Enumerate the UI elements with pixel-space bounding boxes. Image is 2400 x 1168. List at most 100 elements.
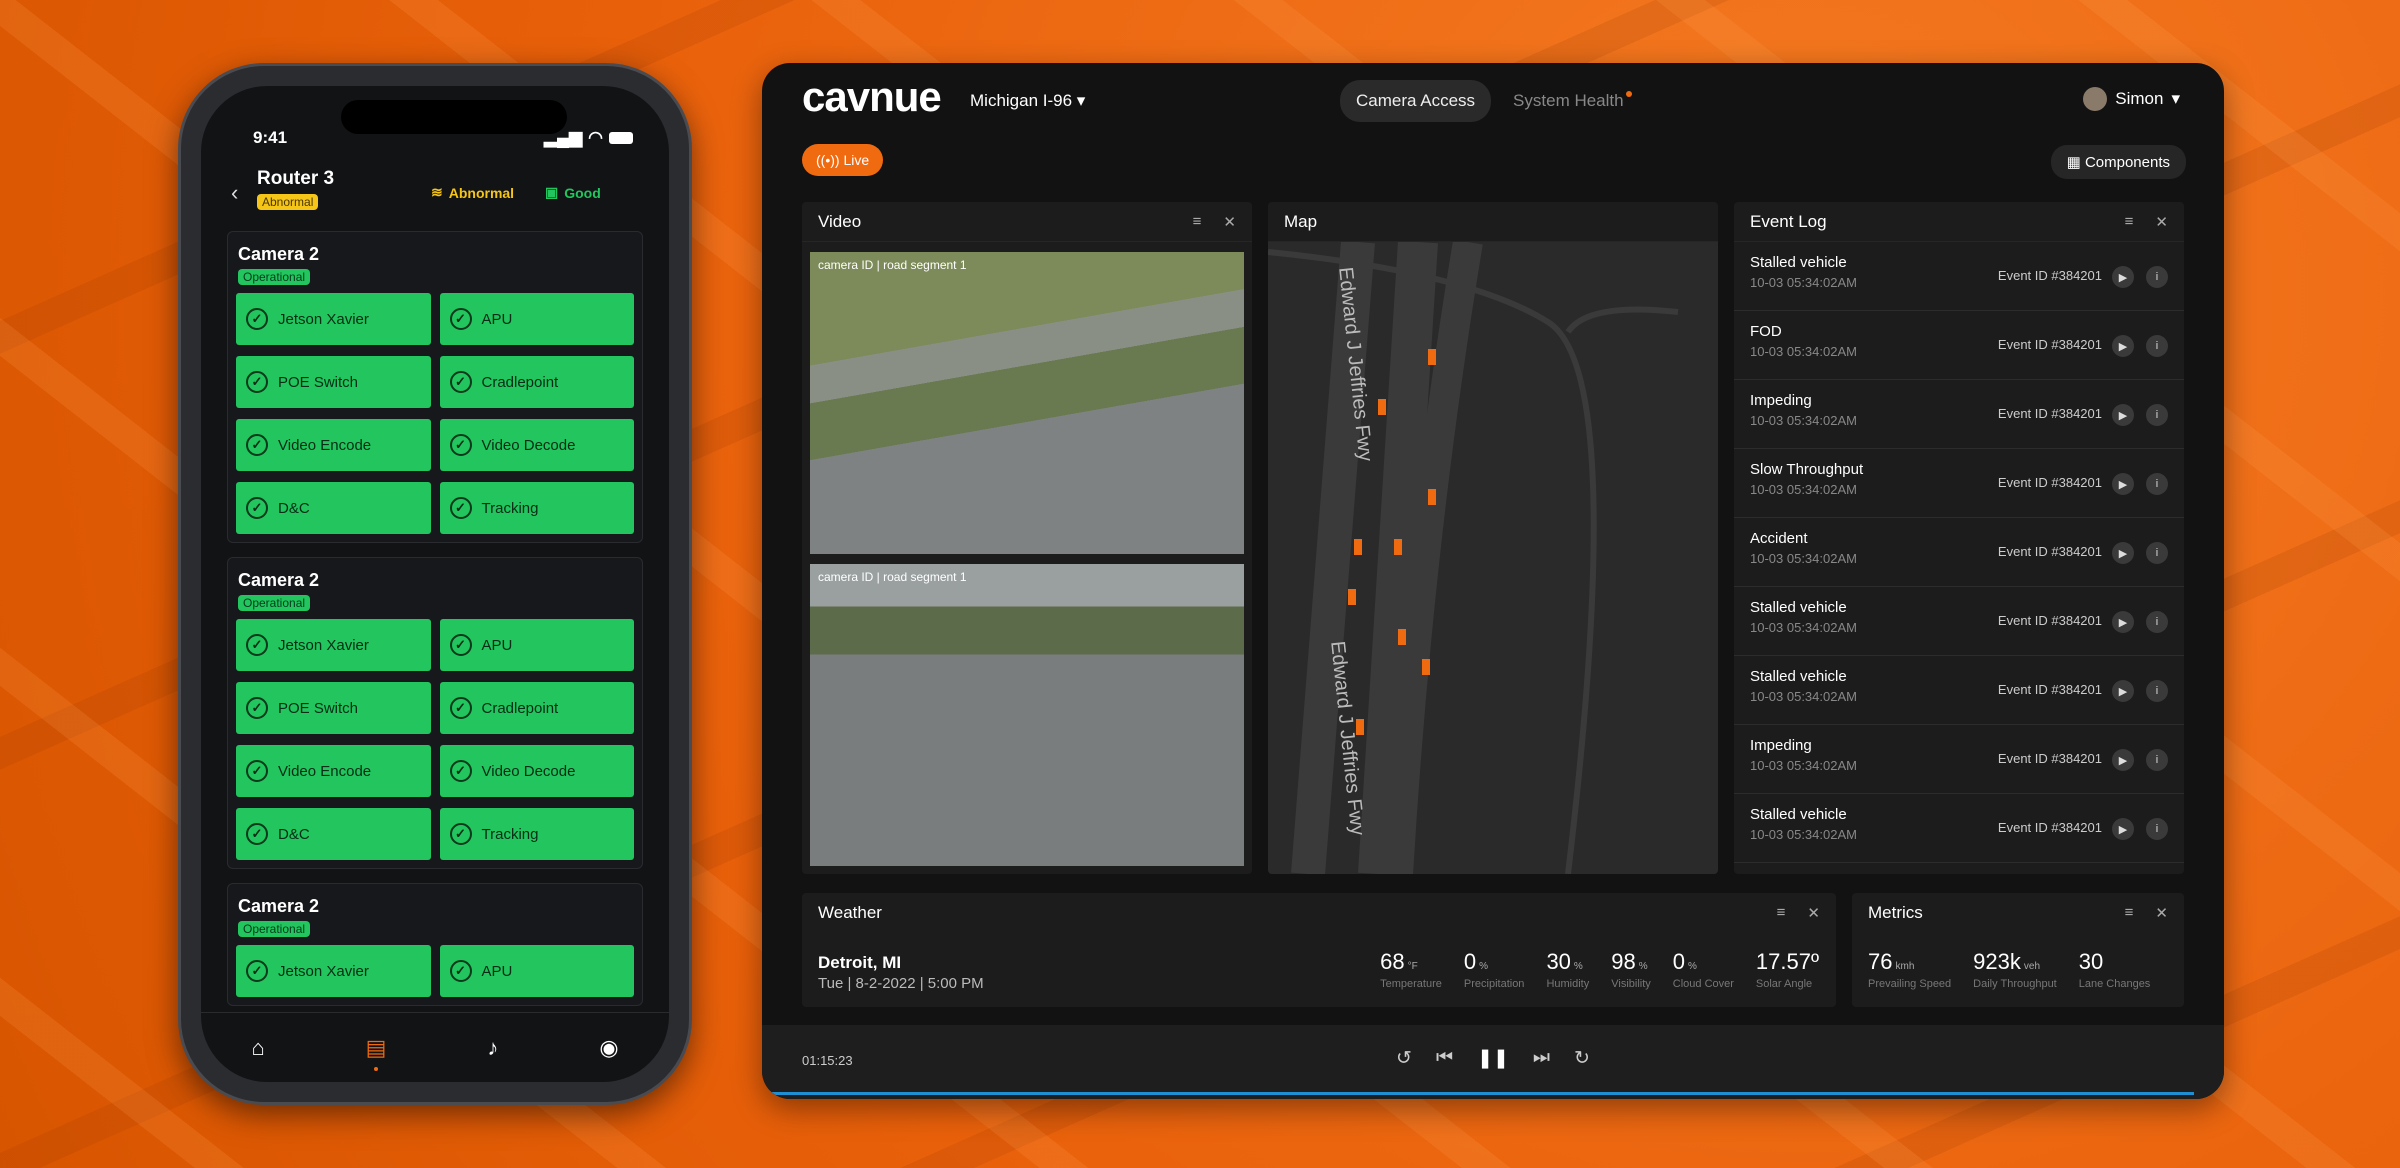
info-icon[interactable]: i <box>2146 542 2168 564</box>
component-tile[interactable]: ✓ Video Decode <box>439 745 634 797</box>
component-tile[interactable]: ✓ Jetson Xavier <box>236 293 431 345</box>
component-tile[interactable]: ✓ POE Switch <box>236 682 431 734</box>
event-row[interactable]: Slow Throughput 10-03 05:34:02AM Event I… <box>1734 449 2184 518</box>
camera-icon[interactable]: ▶ <box>2112 749 2134 771</box>
metric-value: 923k <box>1973 949 2021 974</box>
close-icon[interactable]: ✕ <box>1223 213 1236 231</box>
event-time: 10-03 05:34:02AM <box>1750 758 1857 773</box>
event-id: Event ID #384201 <box>1997 406 2102 421</box>
event-type: Slow Throughput <box>1750 461 1864 478</box>
component-tile[interactable]: ✓ APU <box>439 293 634 345</box>
metric-label: Humidity <box>1546 978 1590 990</box>
event-row[interactable]: Impeding 10-03 05:34:02AM Event ID #3842… <box>1734 380 2184 449</box>
event-row[interactable]: Stalled vehicle 10-03 05:34:02AM Event I… <box>1734 794 2184 863</box>
event-row[interactable]: Accident 10-03 05:34:02AM Event ID #3842… <box>1734 518 2184 587</box>
component-tile[interactable]: ✓ Video Encode <box>236 419 431 471</box>
metric-unit: % <box>1573 961 1583 972</box>
event-row[interactable]: Stalled vehicle 10-03 05:34:02AM Event I… <box>1734 587 2184 656</box>
filter-icon[interactable]: ≡ <box>2125 904 2134 922</box>
close-icon[interactable]: ✕ <box>1807 904 1820 922</box>
event-row[interactable]: FOD 10-03 05:34:02AM Event ID #384201 ▶ … <box>1734 311 2184 380</box>
user-menu[interactable]: Simon ▾ <box>2083 87 2180 111</box>
components-button[interactable]: ▦ Components <box>2050 145 2186 179</box>
camera-icon[interactable]: ▶ <box>2112 473 2134 495</box>
check-circle-icon: ✓ <box>449 823 472 845</box>
camera-icon[interactable]: ▶ <box>2112 818 2134 840</box>
metric: 76 kmh Prevailing Speed <box>1868 949 1951 990</box>
camera-icon[interactable]: ▶ <box>2112 542 2134 564</box>
event-type: Stalled vehicle <box>1750 806 1847 823</box>
check-circle-icon: ✓ <box>449 497 472 519</box>
info-icon[interactable]: i <box>2146 611 2168 633</box>
info-icon[interactable]: i <box>2146 404 2168 426</box>
info-icon[interactable]: i <box>2146 266 2168 288</box>
event-log-header: Event Log ≡ ✕ <box>1734 202 2184 242</box>
metric-value: 17.57º <box>1755 949 1819 974</box>
map-view[interactable]: Edward J Jeffries Fwy Edward J Jeffries … <box>1268 242 1718 874</box>
check-circle-icon: ✓ <box>449 434 472 456</box>
live-button[interactable]: ((•)) Live <box>802 144 884 176</box>
filter-icon[interactable]: ≡ <box>2125 213 2134 231</box>
component-tile[interactable]: ✓ Jetson Xavier <box>236 945 431 997</box>
rewind-icon[interactable]: ↺ <box>1396 1047 1412 1070</box>
component-label: Video Decode <box>481 436 576 454</box>
camera-icon[interactable]: ▶ <box>2112 611 2134 633</box>
step-forward-icon[interactable]: ⏭ <box>1533 1047 1550 1070</box>
playback-progress[interactable] <box>768 1092 2194 1095</box>
close-icon[interactable]: ✕ <box>2155 904 2168 922</box>
event-time: 10-03 05:34:02AM <box>1750 620 1857 635</box>
profile-icon[interactable]: ◉ <box>599 1035 618 1061</box>
tab-camera-access[interactable]: Camera Access <box>1340 80 1492 122</box>
camera-icon[interactable]: ▶ <box>2112 266 2134 288</box>
bottom-nav: ⌂ ▤ ♪ ◉ <box>201 1012 669 1082</box>
close-icon[interactable]: ✕ <box>2155 213 2168 231</box>
component-tile[interactable]: ✓ Video Encode <box>236 745 431 797</box>
home-icon[interactable]: ⌂ <box>251 1035 264 1061</box>
camera-icon[interactable]: ▶ <box>2112 335 2134 357</box>
camera-card: Camera 2 Operational ✓ Jetson Xavier ✓ APU <box>227 883 643 1006</box>
camera-icon[interactable]: ▶ <box>2112 680 2134 702</box>
video-feed[interactable]: camera ID | road segment 1 <box>810 252 1244 554</box>
component-tile[interactable]: ✓ Tracking <box>439 808 634 860</box>
component-tile[interactable]: ✓ Cradlepoint <box>439 682 634 734</box>
component-label: Jetson Xavier <box>278 636 369 654</box>
tab-system-health[interactable]: System Health <box>1497 80 1648 122</box>
bell-icon[interactable]: ♪ <box>487 1035 498 1061</box>
top-tabs: Camera Access System Health <box>1340 80 1648 122</box>
event-row[interactable]: Stalled vehicle 10-03 05:34:02AM Event I… <box>1734 242 2184 311</box>
pause-icon[interactable]: ❚❚ <box>1477 1047 1509 1070</box>
info-icon[interactable]: i <box>2146 473 2168 495</box>
event-type: Impeding <box>1750 737 1812 754</box>
video-feed[interactable]: camera ID | road segment 1 <box>810 564 1244 866</box>
region-selector[interactable]: Michigan I-96 ▾ <box>970 91 1085 111</box>
component-label: Jetson Xavier <box>278 310 369 328</box>
component-label: Tracking <box>481 499 539 517</box>
component-tile[interactable]: ✓ APU <box>439 619 634 671</box>
camera-icon[interactable]: ▶ <box>2112 404 2134 426</box>
event-row[interactable]: Stalled vehicle 10-03 05:34:02AM Event I… <box>1734 656 2184 725</box>
metric: 17.57º Solar Angle <box>1756 949 1822 990</box>
info-icon[interactable]: i <box>2146 680 2168 702</box>
component-tile[interactable]: ✓ POE Switch <box>236 356 431 408</box>
metric-label: Daily Throughput <box>1973 978 2057 990</box>
chip-icon: ▣ <box>545 184 559 200</box>
metric: 68 °F Temperature <box>1380 949 1442 990</box>
component-tile[interactable]: ✓ Jetson Xavier <box>236 619 431 671</box>
chart-icon[interactable]: ▤ <box>366 1035 386 1071</box>
filter-icon[interactable]: ≡ <box>1777 904 1786 922</box>
info-icon[interactable]: i <box>2146 749 2168 771</box>
info-icon[interactable]: i <box>2146 335 2168 357</box>
component-tile[interactable]: ✓ APU <box>439 945 634 997</box>
filter-icon[interactable]: ≡ <box>1193 213 1202 231</box>
info-icon[interactable]: i <box>2146 818 2168 840</box>
back-arrow-icon[interactable]: ‹ <box>231 180 238 206</box>
step-back-icon[interactable]: ⏮ <box>1436 1047 1453 1070</box>
component-tile[interactable]: ✓ D&C <box>236 808 431 860</box>
component-tile[interactable]: ✓ Cradlepoint <box>439 356 634 408</box>
forward-icon[interactable]: ↻ <box>1574 1047 1590 1070</box>
component-tile[interactable]: ✓ D&C <box>236 482 431 534</box>
component-tile[interactable]: ✓ Tracking <box>439 482 634 534</box>
event-row[interactable]: Impeding 10-03 05:34:02AM Event ID #3842… <box>1734 725 2184 794</box>
component-tile[interactable]: ✓ Video Decode <box>439 419 634 471</box>
weather-title: Weather <box>818 903 882 922</box>
